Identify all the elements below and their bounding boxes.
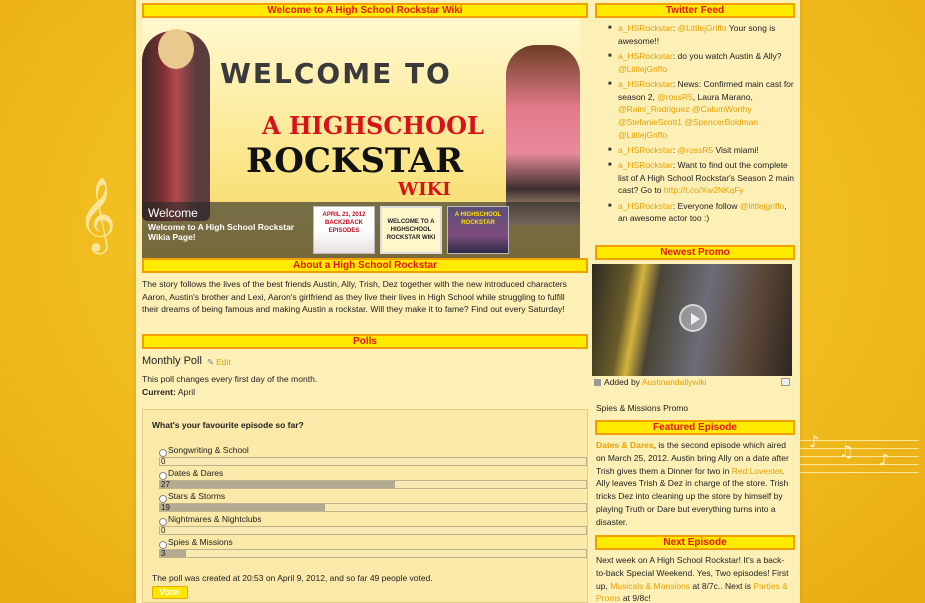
poll-radio[interactable]: [159, 449, 167, 457]
slider-thumb-3[interactable]: A HIGHSCHOOL ROCKSTAR: [447, 206, 509, 254]
tweet-mention[interactable]: @LittlejGriffo: [618, 64, 667, 74]
poll-option-label: Nightmares & Nightclubs: [168, 514, 262, 524]
poll-count: 0: [161, 457, 166, 466]
slider-caption-title: Welcome: [148, 206, 198, 220]
poll-count: 19: [161, 503, 170, 512]
poll-bar: [159, 480, 587, 489]
poll-radio[interactable]: [159, 472, 167, 480]
play-icon[interactable]: [679, 304, 707, 332]
austin-image: [142, 29, 210, 221]
poll-desc-text: This poll changes every first day of the…: [142, 374, 318, 384]
poll-edit-label: Edit: [216, 357, 231, 367]
featured-episode-link[interactable]: Dates & Dares: [596, 440, 654, 450]
featured-header: Featured Episode: [595, 420, 795, 435]
poll-count: 0: [161, 526, 166, 535]
tweet-text: Visit miami!: [713, 144, 759, 155]
slider-caption: Welcome Welcome to A High School Rocksta…: [142, 202, 580, 258]
tweet: a_HSRockstar: @LittlejGriffo Your song i…: [606, 22, 794, 47]
slider-caption-desc: Welcome to A High School Rockstar Wikia …: [148, 222, 295, 242]
slider-thumb-2[interactable]: WELCOME TO A HIGHSCHOOL ROCKSTAR WIKI: [380, 206, 442, 254]
tweet-mention[interactable]: @rossR5: [657, 92, 693, 102]
next-desc: at 9/8c!: [620, 593, 651, 603]
music-notes-icon: ♪ ♫ ♪: [799, 430, 919, 500]
tweet-user[interactable]: a_HSRockstar: [618, 201, 673, 211]
poll-option-label: Spies & Missions: [168, 537, 233, 547]
tweet: a_HSRockstar: Everyone follow @littlejgr…: [606, 200, 794, 225]
tweet-user[interactable]: a_HSRockstar: [618, 79, 673, 89]
treble-clef-icon: 𝄞: [78, 178, 116, 252]
promo-video[interactable]: [592, 264, 792, 376]
banner-line-1: WELCOME TO: [220, 57, 452, 90]
tweet-user[interactable]: a_HSRockstar: [618, 160, 673, 170]
poll-bar: [159, 549, 587, 558]
poll-radio[interactable]: [159, 518, 167, 526]
about-text: The story follows the lives of the best …: [142, 279, 567, 314]
tweet: a_HSRockstar: Want to find out the compl…: [606, 159, 794, 197]
red-lovester-link[interactable]: Red Lovester: [732, 466, 782, 476]
ally-image: [506, 45, 580, 225]
added-by-label: Added by: [604, 377, 640, 387]
poll-current-label: Current:: [142, 387, 176, 397]
welcome-slider[interactable]: WELCOME TO A HIGHSCHOOL ROCKSTAR WIKI We…: [142, 19, 580, 258]
featured-text: Dates & Dares, is the second episode whi…: [596, 439, 794, 529]
poll-option-label: Dates & Dares: [168, 468, 224, 478]
tweet-mention[interactable]: @LittlejGriffo: [678, 23, 727, 33]
poll-radio[interactable]: [159, 495, 167, 503]
pencil-icon: ✎: [207, 357, 215, 367]
banner-line-3: ROCKSTAR: [246, 141, 464, 181]
about-header: About a High School Rockstar: [142, 258, 588, 273]
tweet-text: : do you watch Austin & Ally?: [672, 50, 782, 61]
banner-line-2: A HIGHSCHOOL: [262, 111, 484, 140]
poll-radio[interactable]: [159, 541, 167, 549]
tweet: a_HSRockstar: @rossR5 Visit miami!: [606, 144, 794, 157]
poll-description: This poll changes every first day of the…: [142, 373, 317, 399]
poll-current-value: April: [177, 387, 196, 397]
next-desc: at 8/7c.. Next is: [690, 580, 754, 591]
poll-bar: [159, 457, 587, 466]
video-meta: Added by Austinandallywiki: [594, 377, 792, 387]
promo-title: Spies & Missions Promo: [596, 403, 689, 413]
tweet: a_HSRockstar: News: Confirmed main cast …: [606, 78, 794, 142]
poll-footer: The poll was created at 20:53 on April 9…: [152, 573, 433, 583]
poll-title: Monthly Poll: [142, 355, 202, 367]
tweet-mentions-extra[interactable]: @Raini_Rodriguez @CalumWorthy @StefanieS…: [618, 104, 758, 139]
next-text: Next week on A High School Rockstar! It'…: [596, 554, 794, 603]
poll-option-label: Stars & Storms: [168, 491, 226, 501]
video-icon: [594, 379, 601, 386]
poll-box: What's your favourite episode so far? 0 …: [142, 409, 588, 603]
tweet-text: : Everyone follow: [672, 200, 740, 211]
poll-bar: [159, 526, 587, 535]
poll-option-label: Songwriting & School: [168, 445, 249, 455]
musicals-link[interactable]: Musicals & Mansions: [610, 581, 690, 591]
slider-thumb-1[interactable]: APRIL 21, 2012 BACK2BACK EPISODES: [313, 206, 375, 254]
poll-count: 27: [161, 480, 170, 489]
popout-icon[interactable]: [781, 378, 790, 386]
tweet-text: , Laura Marano,: [692, 91, 753, 102]
added-by-user[interactable]: Austinandallywiki: [642, 377, 707, 387]
tweet: a_HSRockstar: do you watch Austin & Ally…: [606, 50, 794, 75]
tweet-mention[interactable]: @rossR5: [678, 145, 714, 155]
tweet-mention[interactable]: @littlejgriffo: [740, 201, 784, 211]
tweet-user[interactable]: a_HSRockstar: [618, 145, 673, 155]
tweet-link[interactable]: http://t.co/Xw2NKqFy: [664, 185, 744, 195]
welcome-header: Welcome to A High School Rockstar Wiki: [142, 3, 588, 18]
tweet-user[interactable]: a_HSRockstar: [618, 51, 673, 61]
vote-button[interactable]: Vote!: [152, 586, 188, 599]
poll-question: What's your favourite episode so far?: [152, 420, 304, 430]
main-page: Welcome to A High School Rockstar Wiki W…: [136, 0, 800, 603]
poll-edit-link[interactable]: ✎ Edit: [207, 357, 231, 368]
banner-line-4: WIKI: [398, 179, 451, 200]
twitter-header: Twitter Feed: [595, 3, 795, 18]
next-header: Next Episode: [595, 535, 795, 550]
twitter-feed: a_HSRockstar: @LittlejGriffo Your song i…: [606, 22, 794, 228]
poll-count: 3: [161, 549, 166, 558]
newest-promo-header: Newest Promo: [595, 245, 795, 260]
poll-bar: [159, 503, 587, 512]
tweet-user[interactable]: a_HSRockstar: [618, 23, 673, 33]
polls-header: Polls: [142, 334, 588, 349]
